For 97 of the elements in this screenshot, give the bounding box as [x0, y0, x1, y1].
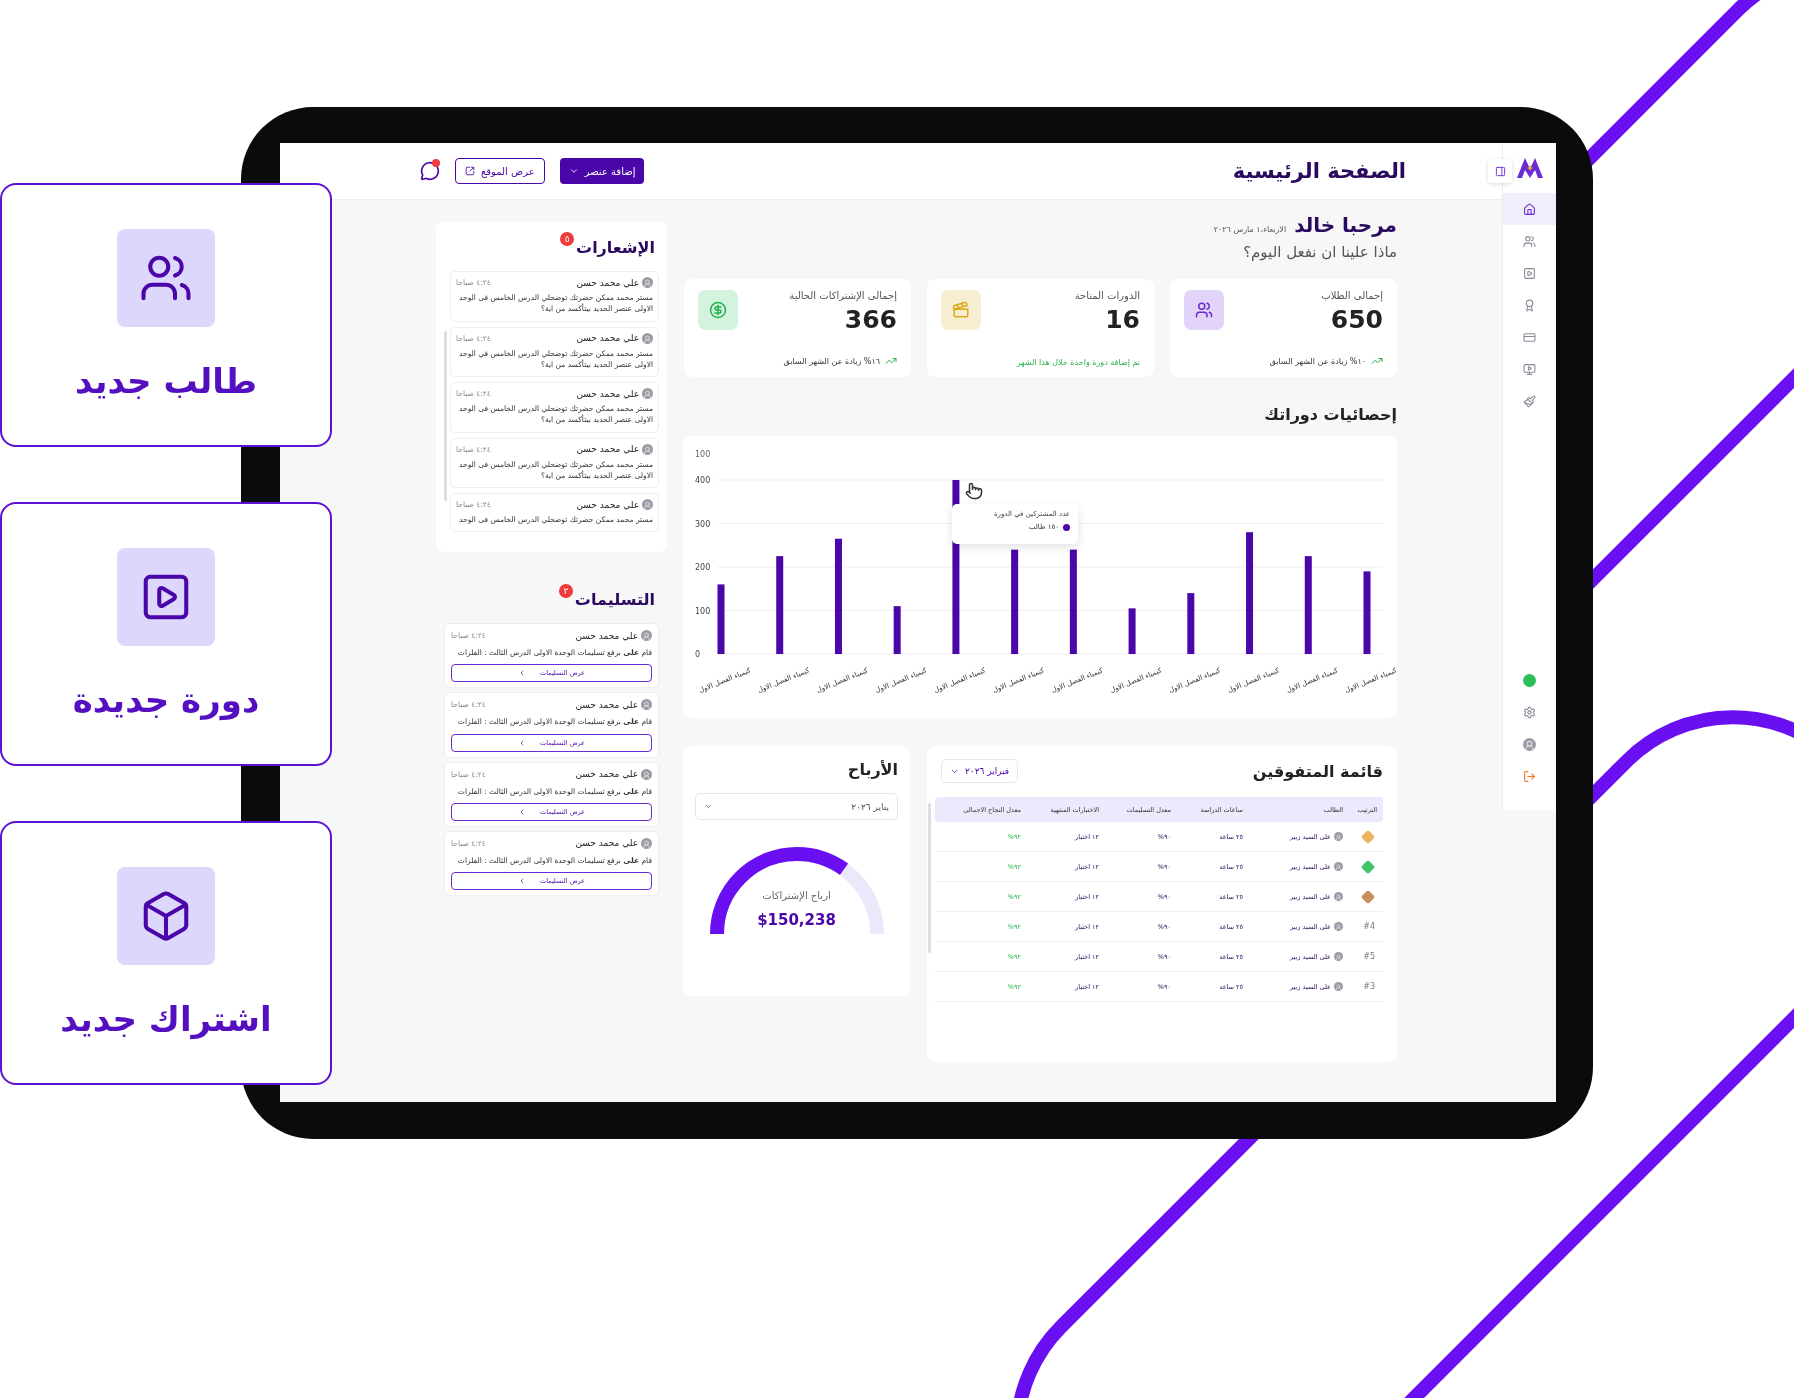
shortcut-label: دورة جديدة — [72, 680, 260, 720]
sender-name: علي محمد حسن — [576, 333, 639, 343]
chart-bar — [1187, 593, 1195, 654]
section-title: إحصائيات دوراتك — [1263, 405, 1397, 424]
panel-title: التسليمات — [574, 590, 655, 609]
avatar — [642, 499, 653, 510]
sender-name: علي محمد حسن — [576, 499, 639, 510]
sender-name: علي محمد حسن — [576, 277, 639, 288]
shortcut-card[interactable]: اشتراك جديد — [0, 821, 332, 1085]
axis-tick-label: 400 — [695, 476, 711, 485]
chart-bar — [1128, 608, 1136, 654]
date-text: الاربعاء،١ مارس ٢٠٢٦ — [1213, 225, 1287, 234]
stat-value: 366 — [843, 305, 897, 334]
gauge-label: ارباح الإشتراكات — [762, 890, 831, 901]
sender-name: علي محمد حسن — [575, 769, 638, 779]
clapperboard-icon — [952, 301, 970, 319]
avatar — [1334, 862, 1343, 871]
sender-name: علي محمد حسن — [576, 444, 639, 454]
caret-icon — [568, 166, 579, 176]
chat-icon — [420, 161, 440, 181]
axis-tick-label: 200 — [695, 563, 711, 572]
stat-footer: ١٦% زيادة عن الشهر السابق — [783, 356, 880, 366]
stat-value: 650 — [1329, 305, 1383, 334]
chat-button[interactable] — [420, 161, 440, 181]
stat-value: 16 — [1104, 305, 1140, 334]
legend-dot — [1063, 523, 1070, 531]
subtitle: ماذا علينا ان نفعل اليوم؟ — [1242, 243, 1397, 261]
stat-label: الدورات المتاحة — [1074, 290, 1140, 301]
sender-name: علي محمد حسن — [575, 699, 638, 710]
avatar — [1334, 832, 1343, 841]
sidebar-item[interactable] — [1502, 193, 1556, 225]
scrollbar[interactable] — [444, 331, 447, 501]
caret-icon — [704, 802, 713, 811]
rank-text: #5 — [1363, 952, 1375, 961]
credit-card-icon — [1523, 330, 1536, 344]
count-badge: ٥ — [560, 232, 575, 246]
avatar — [1334, 952, 1343, 961]
card-title: الأرباح — [846, 760, 898, 779]
status-icon — [1523, 673, 1536, 687]
settings-icon — [1523, 705, 1536, 719]
axis-tick-label: 100 — [695, 606, 711, 616]
avatar — [641, 630, 652, 641]
house-icon — [1523, 202, 1536, 216]
shortcut-label: اشتراك جديد — [60, 999, 272, 1039]
sender-name: علي محمد حسن — [575, 630, 638, 641]
rank-text: #4 — [1363, 922, 1375, 931]
month-select[interactable]: يناير ٢٠٢٦ — [695, 793, 898, 820]
external-link-icon — [465, 166, 475, 176]
count-badge: ٣ — [558, 584, 573, 598]
logout-icon — [1523, 769, 1536, 783]
card-title: قائمة المتفوقين — [1252, 761, 1383, 781]
axis-tick-label: 300 — [695, 519, 711, 529]
rank-text: #3 — [1363, 982, 1375, 991]
play-icon — [1523, 266, 1536, 280]
trend-up-icon — [1371, 355, 1383, 367]
collapse-button[interactable] — [1488, 159, 1512, 183]
axis-tick-label: 0 — [695, 650, 701, 659]
shortcut-label: طالب جديد — [75, 361, 257, 401]
logo-icon — [1515, 157, 1544, 179]
page-title: الصفحة الرئيسية — [1232, 159, 1406, 183]
stat-footer: ١٠% زيادة عن الشهر السابق — [1269, 356, 1366, 366]
sender-name: علي محمد حسن — [576, 388, 639, 399]
monitor-play-icon — [1523, 362, 1536, 376]
brush-icon — [1523, 394, 1536, 408]
avatar — [641, 768, 652, 780]
stat-label: إجمالى الإشتراكات الحالية — [789, 290, 897, 301]
award-icon — [1523, 298, 1536, 312]
stat-label: إجمالى الطلاب — [1321, 290, 1383, 301]
dollar-icon — [709, 301, 727, 319]
hand-cursor-icon — [965, 482, 983, 500]
panel-icon — [1494, 165, 1506, 177]
add-item-button[interactable]: إضافة عنصر — [559, 158, 645, 184]
avatar — [642, 388, 653, 399]
avatar — [642, 443, 653, 455]
greeting: مرحبا خالد — [1294, 213, 1397, 237]
chart-bar — [893, 606, 901, 654]
trend-up-icon — [885, 355, 897, 367]
avatar — [1334, 892, 1343, 901]
users-icon — [1195, 301, 1213, 319]
shortcut-card[interactable]: طالب جديد — [0, 183, 332, 447]
avatar — [642, 332, 653, 344]
stat-footer: تم إضافة دورة واحدة خلال هذا الشهر — [1016, 358, 1140, 367]
avatar — [1523, 737, 1536, 751]
month-dropdown[interactable]: فبراير ٢٠٢٦ — [941, 759, 1019, 783]
avatar — [1334, 922, 1343, 931]
avatar — [642, 277, 653, 288]
chart-bar — [717, 584, 725, 654]
shortcut-card[interactable]: دورة جديدة — [0, 502, 332, 766]
view-site-button[interactable]: عرض الموقع — [455, 158, 545, 184]
axis-tick-label: 100 — [695, 450, 711, 459]
avatar — [641, 837, 652, 849]
gauge-value: $150,238 — [757, 911, 836, 929]
panel-title: الإشعارات — [576, 238, 655, 257]
avatar — [1334, 982, 1343, 991]
sender-name: علي محمد حسن — [575, 838, 638, 849]
users-icon — [1523, 234, 1536, 248]
avatar — [641, 699, 652, 711]
